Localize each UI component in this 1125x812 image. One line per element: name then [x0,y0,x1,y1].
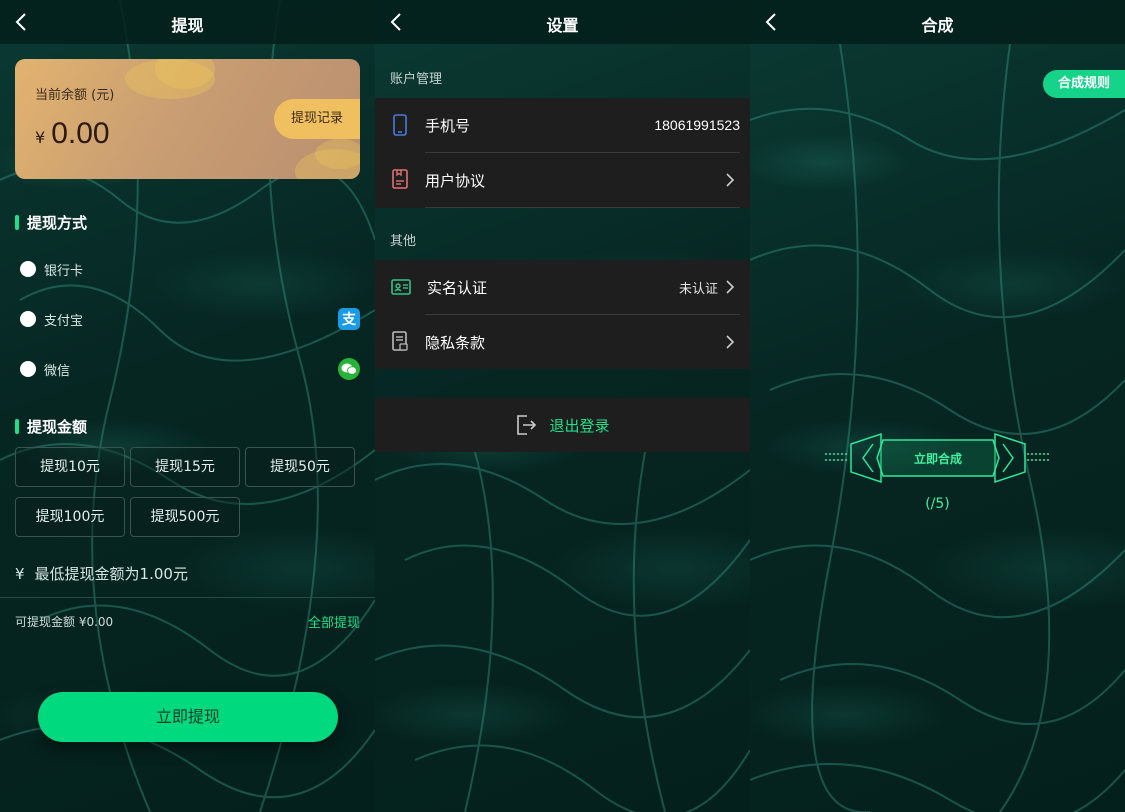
method-wechat[interactable]: 微信 [20,358,360,380]
phone-icon [393,114,407,136]
chevron-right-icon [726,173,735,187]
settings-screen: 设置 账户管理 手机号 18061991523 用户协议 其他 实名认证 未认证… [375,0,750,812]
balance-label: 当前余额 (元) [35,88,115,103]
currency-symbol: ¥ [35,128,46,147]
row-privacy[interactable]: 隐私条款 [375,315,750,369]
balance-card: 当前余额 (元) ¥ 0.00 提现记录 [15,59,360,179]
id-card-icon [391,279,411,295]
page-title: 合成 [921,16,954,35]
method-label: 银行卡 [44,263,84,279]
background-pattern [750,43,1125,812]
group-label-other: 其他 [390,234,417,249]
divider [0,597,375,598]
group-label-account: 账户管理 [390,72,443,87]
amount-section-title: 提现金额 [15,416,87,437]
withdraw-all-link[interactable]: 全部提现 [308,612,360,631]
radio-button[interactable] [20,311,36,327]
method-section-title: 提现方式 [15,212,87,233]
synthesis-screen: 合成 合成规则 立即合成 (/5) [750,0,1125,812]
amount-option-10[interactable]: 提现10元 [15,447,125,487]
withdraw-screen: 提现 当前余额 (元) ¥ 0.00 提现记录 提现方式 银行卡 支付宝 支 微… [0,0,375,812]
nav-bar: 设置 [375,0,750,44]
row-realname[interactable]: 实名认证 未认证 [375,260,750,314]
amount-option-15[interactable]: 提现15元 [130,447,240,487]
synthesize-label: 立即合成 [913,452,962,466]
min-amount-field[interactable]: ¥ 最低提现金额为1.00元 [15,563,188,584]
radio-button[interactable] [20,361,36,377]
row-label: 隐私条款 [425,333,486,352]
chevron-right-icon [726,335,735,349]
row-phone[interactable]: 手机号 18061991523 [375,98,750,152]
nav-bar: 提现 [0,0,375,44]
method-label: 支付宝 [44,313,84,329]
withdraw-now-button[interactable]: 立即提现 [38,692,338,742]
page-title: 提现 [171,16,204,35]
account-group: 手机号 18061991523 用户协议 [375,98,750,208]
logout-icon [517,415,537,435]
page-title: 设置 [546,16,579,35]
chevron-right-icon [726,280,735,294]
row-label: 实名认证 [427,278,488,297]
privacy-doc-icon [392,331,408,351]
row-label: 手机号 [425,116,471,135]
yen-symbol: ¥ [15,565,25,583]
synthesis-rules-button[interactable]: 合成规则 [1043,70,1125,98]
amount-option-50[interactable]: 提现50元 [245,447,355,487]
withdraw-record-button[interactable]: 提现记录 [274,99,360,139]
row-user-agreement[interactable]: 用户协议 [375,153,750,207]
method-alipay[interactable]: 支付宝 支 [20,308,360,330]
divider [425,207,740,208]
method-bank-card[interactable]: 银行卡 [20,258,360,280]
logout-label: 退出登录 [549,416,610,435]
amount-option-500[interactable]: 提现500元 [130,497,240,537]
document-icon [392,169,408,189]
verification-status: 未认证 [678,281,718,297]
method-label: 微信 [44,363,71,379]
min-amount-placeholder: 最低提现金额为1.00元 [34,565,188,583]
alipay-icon: 支 [338,308,360,330]
wechat-icon [338,358,360,380]
balance-amount: ¥ 0.00 [35,117,110,151]
available-amount: 可提现金额 ¥0.00 [15,615,114,629]
logout-button[interactable]: 退出登录 [375,398,750,452]
row-label: 用户协议 [425,171,486,190]
phone-value: 18061991523 [654,117,740,133]
other-group: 实名认证 未认证 隐私条款 [375,260,750,369]
balance-value: 0.00 [51,117,110,150]
nav-bar: 合成 [750,0,1125,44]
radio-button[interactable] [20,261,36,277]
synthesis-count: (/5) [925,496,950,512]
amount-option-100[interactable]: 提现100元 [15,497,125,537]
synthesize-now-button[interactable]: 立即合成 [825,430,1051,486]
